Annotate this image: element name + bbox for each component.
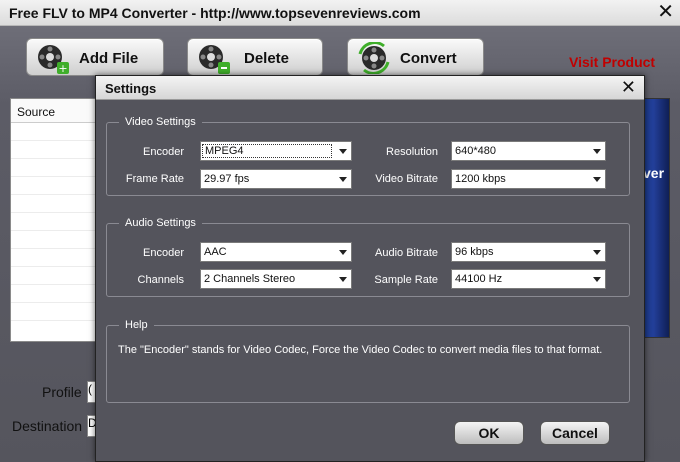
resolution-value: 640*480: [455, 145, 496, 157]
video-bitrate-value: 1200 kbps: [455, 173, 506, 185]
chevron-down-icon: [339, 177, 347, 182]
delete-label: Delete: [244, 50, 290, 67]
chevron-down-icon: [593, 149, 601, 154]
list-item: [11, 267, 97, 285]
convert-label: Convert: [400, 50, 457, 67]
sample-rate-value: 44100 Hz: [455, 273, 503, 285]
add-file-label: Add File: [79, 50, 139, 67]
help-group: Help: [106, 319, 630, 403]
list-item: [11, 177, 97, 195]
preview-text: ver: [643, 165, 665, 181]
chevron-down-icon: [339, 277, 347, 282]
video-encoder-label: Encoder: [143, 146, 184, 158]
audio-settings-legend: Audio Settings: [125, 217, 196, 229]
cancel-button[interactable]: Cancel: [540, 421, 610, 445]
chevron-down-icon: [593, 277, 601, 282]
sample-rate-select[interactable]: 44100 Hz: [451, 269, 606, 289]
source-column-header: Source: [11, 99, 97, 123]
list-item: [11, 285, 97, 303]
settings-dialog: Settings ✕ Video Settings Encoder MPEG4 …: [95, 75, 645, 462]
list-item: [11, 195, 97, 213]
help-legend: Help: [125, 319, 148, 331]
audio-encoder-label: Encoder: [143, 247, 184, 259]
svg-text:+: +: [58, 62, 67, 74]
destination-label: Destination: [12, 418, 83, 434]
list-item: [11, 249, 97, 267]
list-item: [11, 213, 97, 231]
video-bitrate-select[interactable]: 1200 kbps: [451, 169, 606, 189]
audio-bitrate-label: Audio Bitrate: [375, 247, 438, 259]
audio-bitrate-select[interactable]: 96 kbps: [451, 242, 606, 262]
dialog-close-icon[interactable]: ✕: [621, 77, 636, 98]
list-item: [11, 231, 97, 249]
channels-select[interactable]: 2 Channels Stereo: [200, 269, 352, 289]
list-item: [11, 303, 97, 321]
app-title-bar: Free FLV to MP4 Converter - http://www.t…: [0, 0, 680, 26]
add-file-button[interactable]: + Add File: [26, 38, 164, 76]
frame-rate-select[interactable]: 29.97 fps: [200, 169, 352, 189]
film-remove-icon: [199, 45, 230, 74]
help-text: The "Encoder" stands for Video Codec, Fo…: [118, 344, 603, 356]
audio-encoder-select[interactable]: AAC: [200, 242, 352, 262]
video-bitrate-label: Video Bitrate: [375, 173, 438, 185]
film-add-icon: +: [38, 45, 69, 74]
channels-label: Channels: [137, 274, 184, 286]
video-settings-legend: Video Settings: [125, 116, 196, 128]
resolution-select[interactable]: 640*480: [451, 141, 606, 161]
audio-encoder-value: AAC: [204, 246, 227, 258]
profile-label: Profile: [42, 384, 82, 400]
sample-rate-label: Sample Rate: [374, 274, 438, 286]
channels-value: 2 Channels Stereo: [204, 273, 296, 285]
video-encoder-select[interactable]: MPEG4: [200, 141, 352, 161]
source-list[interactable]: Source: [10, 98, 98, 342]
settings-dialog-title-bar: Settings ✕: [96, 76, 644, 100]
app-title: Free FLV to MP4 Converter - http://www.t…: [9, 5, 421, 21]
convert-button[interactable]: Convert: [347, 38, 484, 76]
chevron-down-icon: [593, 250, 601, 255]
list-item: [11, 123, 97, 141]
video-encoder-value: MPEG4: [202, 144, 332, 158]
chevron-down-icon: [593, 177, 601, 182]
frame-rate-value: 29.97 fps: [204, 173, 250, 185]
chevron-down-icon: [339, 250, 347, 255]
audio-bitrate-value: 96 kbps: [455, 246, 494, 258]
profile-value: (: [88, 382, 92, 396]
frame-rate-label: Frame Rate: [125, 173, 184, 185]
list-item: [11, 159, 97, 177]
ok-button[interactable]: OK: [454, 421, 524, 445]
delete-button[interactable]: Delete: [187, 38, 323, 76]
settings-dialog-title: Settings: [105, 81, 157, 96]
chevron-down-icon: [339, 149, 347, 154]
visit-product-link[interactable]: Visit Product: [569, 54, 655, 70]
film-convert-icon: [358, 42, 390, 74]
resolution-label: Resolution: [386, 146, 438, 158]
preview-panel: ver: [642, 98, 670, 338]
list-item: [11, 141, 97, 159]
app-close-icon[interactable]: ✕: [657, 1, 674, 23]
